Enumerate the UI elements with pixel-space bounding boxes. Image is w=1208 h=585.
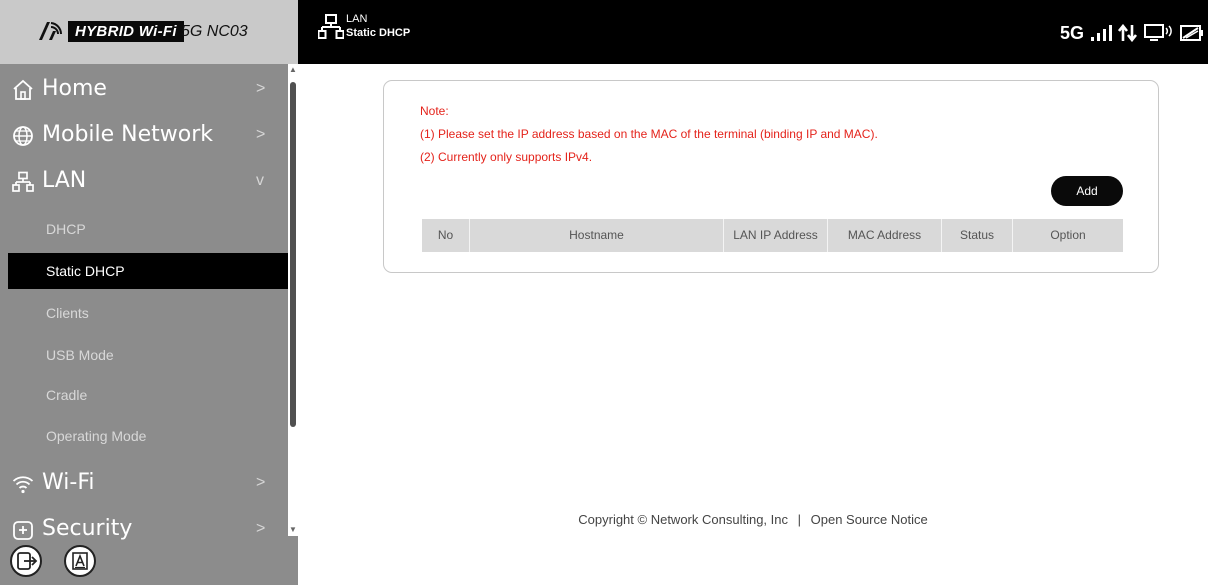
sidebar-bottom-bar [0,540,298,585]
chevron-right-icon: > [256,520,266,537]
connected-device-icon [1144,24,1172,41]
static-dhcp-card: Note: (1) Please set the IP address base… [383,80,1159,273]
note-title: Note: [420,104,449,118]
sidebar-subitem-dhcp[interactable]: DHCP [8,211,288,247]
sidebar-item-wifi[interactable]: Wi-Fi > [0,460,288,506]
sidebar-item-label: Wi-Fi [42,470,95,495]
sidebar-item-mobile-network[interactable]: Mobile Network > [0,112,288,158]
sidebar-scrollbar[interactable]: ▲ ▼ [288,64,298,536]
lan-icon [12,171,34,192]
font-size-button[interactable] [64,545,96,577]
chevron-right-icon: > [256,126,266,143]
sidebar-subitem-label: DHCP [46,221,86,237]
note-line-2: (2) Currently only supports IPv4. [420,150,593,164]
sidebar-subitem-label: Operating Mode [46,428,147,444]
network-type-label: 5G [1059,23,1084,43]
security-icon [13,521,33,540]
font-size-icon [72,552,88,570]
sidebar: HYBRID Wi-Fi 5G NC03 Home > Mobile Netwo… [0,0,298,585]
sidebar-item-label: LAN [42,168,87,193]
data-transfer-icon [1118,24,1138,42]
brand-name: HYBRID Wi-Fi [68,21,184,42]
sidebar-item-label: Home [42,76,107,101]
logout-icon [17,552,38,570]
chevron-right-icon: > [256,80,266,97]
sidebar-item-label: Mobile Network [42,122,214,147]
logout-button[interactable] [10,545,42,577]
open-source-notice-link[interactable]: Open Source Notice [811,512,928,527]
status-bar: 5G [1060,22,1204,44]
sidebar-subitem-usb-mode[interactable]: USB Mode [8,337,288,373]
home-icon [13,79,33,100]
column-header-no: No [422,219,470,252]
breadcrumb-parent: LAN [346,13,368,25]
lan-icon [318,14,344,39]
sidebar-item-home[interactable]: Home > [0,66,288,112]
brand-model: 5G NC03 [181,23,248,40]
add-button[interactable]: Add [1051,176,1123,206]
sidebar-subitem-static-dhcp[interactable]: Static DHCP [8,253,288,289]
sidebar-subitem-label: Clients [46,305,89,321]
sidebar-subitem-label: USB Mode [46,347,114,363]
sidebar-item-lan[interactable]: LAN v [0,158,288,204]
note-line-1: (1) Please set the IP address based on t… [420,127,878,141]
scrollbar-thumb[interactable] [290,82,296,427]
static-dhcp-table-header: No Hostname LAN IP Address MAC Address S… [422,219,1123,252]
top-header: LAN Static DHCP 5G [298,0,1208,64]
column-header-lan-ip: LAN IP Address [724,219,828,252]
sidebar-item-label: Security [42,516,133,540]
column-header-option: Option [1050,228,1086,242]
sidebar-subitem-clients[interactable]: Clients [8,295,288,331]
chevron-right-icon: > [256,474,266,491]
scroll-down-arrow-icon[interactable]: ▼ [289,525,297,534]
chevron-down-icon: v [256,172,264,189]
signal-bars-icon [1091,25,1112,41]
footer: Copyright © Network Consulting, Inc | Op… [298,512,1208,527]
sidebar-subitem-operating-mode[interactable]: Operating Mode [8,418,288,454]
brand-bar: HYBRID Wi-Fi 5G NC03 [0,0,298,64]
column-header-status: Status [942,219,1013,252]
globe-icon [13,126,33,146]
footer-separator: | [797,512,802,527]
copyright-text: Copyright © Network Consulting, Inc [578,512,788,527]
sidebar-subitem-cradle[interactable]: Cradle [8,377,288,413]
breadcrumb-current: Static DHCP [346,27,411,39]
battery-icon [1180,25,1203,41]
sidebar-item-security[interactable]: Security > [0,506,288,540]
wifi-icon [12,476,34,494]
column-header-hostname: Hostname [470,219,724,252]
column-header-mac: MAC Address [828,219,942,252]
scroll-up-arrow-icon[interactable]: ▲ [289,65,297,74]
sidebar-subitem-label: Cradle [46,387,88,403]
sidebar-subitem-label: Static DHCP [46,263,125,279]
brand-logo-icon [39,22,62,40]
